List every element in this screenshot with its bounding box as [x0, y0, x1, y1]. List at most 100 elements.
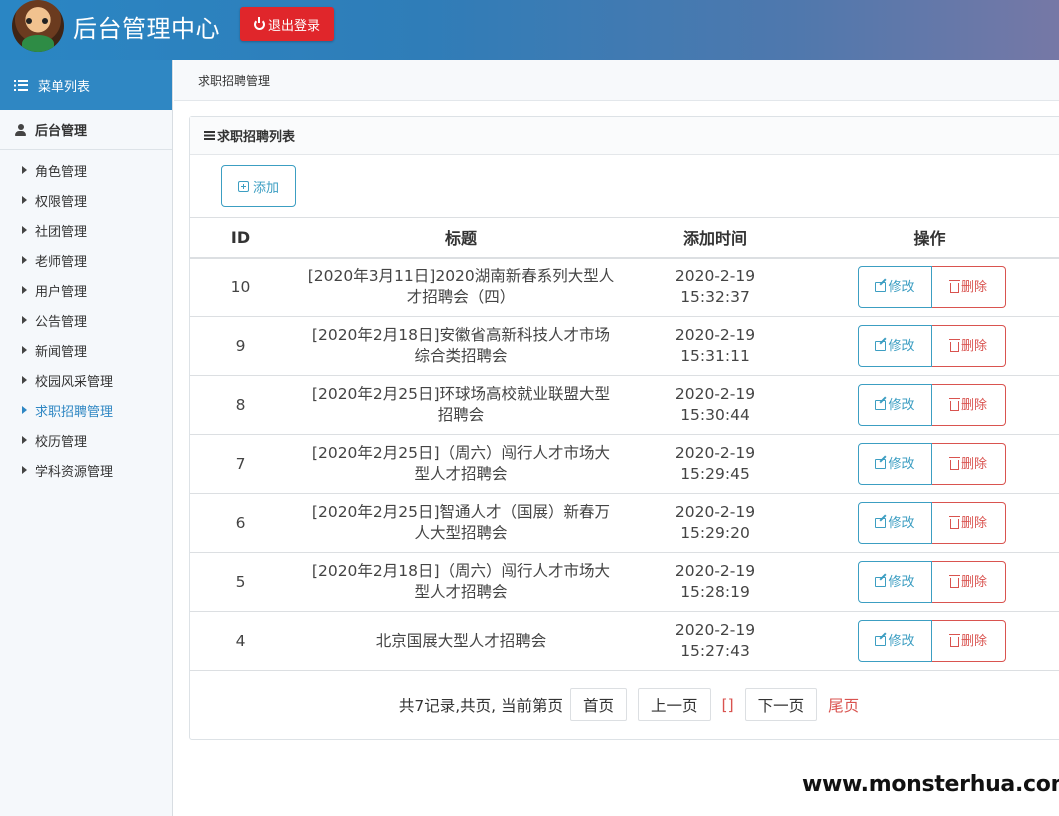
delete-button[interactable]: 删除: [932, 266, 1006, 309]
cell-title: [2020年2月25日]环球场高校就业联盟大型招聘会: [291, 375, 631, 435]
table-row: 10 [2020年3月11日]2020湖南新春系列大型人才招聘会（四） 2020-2…: [190, 257, 1059, 317]
cell-time: 2020-2-19 15:31:11: [631, 316, 799, 376]
sidebar-item[interactable]: 校园风采管理: [0, 365, 172, 395]
cell-id: 10: [190, 257, 291, 317]
user-icon: [15, 123, 26, 136]
sidebar-item[interactable]: 社团管理: [0, 215, 172, 245]
cell-time: 2020-2-19 15:29:45: [631, 434, 799, 494]
caret-right-icon: [22, 286, 27, 294]
first-page-button[interactable]: 首页: [569, 688, 627, 721]
edit-icon: [875, 341, 887, 351]
cell-id: 6: [190, 493, 291, 553]
edit-button[interactable]: 修改: [858, 325, 932, 367]
caret-right-icon: [22, 256, 27, 264]
sidebar-item[interactable]: 校历管理: [0, 425, 172, 455]
sidebar-nav: 角色管理 权限管理 社团管理老师管理用户管理公告管理新闻管理校园风采管理 求职招聘管理…: [0, 150, 172, 485]
menu-title: 菜单列表: [38, 79, 91, 95]
sidebar-item-label: 新闻管理: [35, 344, 88, 360]
caret-right-icon: [22, 316, 27, 324]
header-id: ID: [190, 217, 291, 259]
delete-label: 删除: [960, 397, 987, 413]
sidebar-item-label: 校园风采管理: [35, 374, 114, 390]
current-page: []: [721, 695, 734, 714]
trash-icon: [948, 280, 960, 294]
edit-button[interactable]: 修改: [858, 266, 932, 309]
cell-clock: 15:31:11: [680, 347, 750, 365]
edit-icon: [875, 459, 887, 469]
edit-button[interactable]: 修改: [858, 561, 932, 603]
avatar: [12, 0, 64, 52]
sidebar-item[interactable]: 公告管理: [0, 305, 172, 335]
last-page-link[interactable]: 尾页: [828, 694, 859, 716]
logout-button[interactable]: 退出登录: [240, 7, 334, 41]
sidebar-item-label: 用户管理: [35, 284, 88, 300]
table-row: 7 [2020年2月25日]（周六）闯行人才市场大型人才招聘会 2020-2-19 1…: [190, 434, 1059, 494]
caret-right-icon: [22, 346, 27, 354]
caret-right-icon: [22, 376, 27, 384]
cell-title: [2020年2月18日]（周六）闯行人才市场大型人才招聘会: [291, 552, 631, 612]
edit-button[interactable]: 修改: [858, 384, 932, 426]
sidebar-item[interactable]: 权限管理: [0, 185, 172, 215]
cell-clock: 15:29:45: [680, 465, 750, 483]
sidebar-item-label: 公告管理: [35, 314, 88, 330]
add-button[interactable]: 添加: [221, 165, 296, 207]
delete-button[interactable]: 删除: [932, 502, 1006, 544]
sidebar-item-label: 求职招聘管理: [35, 404, 114, 420]
sidebar-item-label: 老师管理: [35, 254, 88, 270]
edit-button[interactable]: 修改: [858, 620, 932, 662]
delete-button[interactable]: 删除: [932, 620, 1006, 662]
cell-date: 2020-2-19: [674, 444, 756, 462]
delete-label: 删除: [960, 338, 987, 354]
caret-right-icon: [22, 406, 27, 414]
sidebar-item[interactable]: 老师管理: [0, 245, 172, 275]
sidebar-item-label: 学科资源管理: [35, 464, 114, 480]
cell-title: [2020年2月25日]（周六）闯行人才市场大型人才招聘会: [291, 434, 631, 494]
delete-button[interactable]: 删除: [932, 325, 1006, 367]
edit-icon: [875, 400, 887, 410]
cell-actions: 修改 删除: [799, 434, 1059, 494]
table-header-row: ID 标题 添加时间 操作: [190, 217, 1059, 259]
list-icon: [14, 79, 28, 91]
trash-icon: [948, 516, 960, 529]
cell-id: 7: [190, 434, 291, 494]
cell-clock: 15:32:37: [680, 288, 750, 307]
logout-label: 退出登录: [267, 18, 320, 34]
sidebar-item[interactable]: 学科资源管理: [0, 455, 172, 485]
prev-page-button[interactable]: 上一页: [638, 688, 711, 721]
cell-time: 2020-2-19 15:29:20: [631, 493, 799, 553]
sidebar-item[interactable]: 求职招聘管理: [0, 395, 172, 425]
caret-right-icon: [22, 196, 27, 204]
sidebar-item[interactable]: 新闻管理: [0, 335, 172, 365]
delete-button[interactable]: 删除: [932, 384, 1006, 426]
cell-time: 2020-2-19 15:32:37: [631, 257, 799, 317]
table-row: 5 [2020年2月18日]（周六）闯行人才市场大型人才招聘会 2020-2-19 1…: [190, 552, 1059, 612]
edit-button[interactable]: 修改: [858, 502, 932, 544]
trash-icon: [948, 398, 960, 411]
sidebar-item[interactable]: 用户管理: [0, 275, 172, 305]
delete-button[interactable]: 删除: [932, 561, 1006, 603]
sidebar-item[interactable]: 角色管理: [0, 155, 172, 185]
cell-actions: 修改 删除: [799, 375, 1059, 435]
next-page-button[interactable]: 下一页: [744, 688, 818, 721]
job-list-panel: 求职招聘列表 添加 ID 标题 添加时间 操作 10 [2020年3月11日]20…: [189, 116, 1059, 740]
cell-clock: 15:28:19: [680, 583, 750, 601]
sidebar-section-admin[interactable]: 后台管理: [0, 110, 172, 150]
cell-time: 2020-2-19 15:27:43: [631, 611, 799, 671]
app-title: 后台管理中心: [73, 15, 220, 43]
delete-button[interactable]: 删除: [932, 443, 1006, 485]
cell-title: [2020年2月25日]智通人才（国展）新春万人大型招聘会: [291, 493, 631, 553]
table-row: 4 北京国展大型人才招聘会 2020-2-19 15:27:43 修改 删除: [190, 611, 1059, 671]
cell-clock: 15:27:43: [680, 642, 750, 660]
edit-icon: [875, 518, 887, 528]
cell-actions: 修改 删除: [799, 552, 1059, 612]
trash-icon: [948, 339, 960, 352]
top-header: 后台管理中心 退出登录: [0, 0, 1059, 60]
cell-date: 2020-2-19: [674, 503, 756, 521]
cell-date: 2020-2-19: [674, 562, 756, 580]
trash-icon: [948, 575, 960, 588]
cell-time: 2020-2-19 15:28:19: [631, 552, 799, 612]
edit-button[interactable]: 修改: [858, 443, 932, 485]
caret-right-icon: [22, 166, 27, 174]
table-body: 10 [2020年3月11日]2020湖南新春系列大型人才招聘会（四） 2020-2…: [190, 257, 1059, 671]
cell-id: 9: [190, 316, 291, 376]
